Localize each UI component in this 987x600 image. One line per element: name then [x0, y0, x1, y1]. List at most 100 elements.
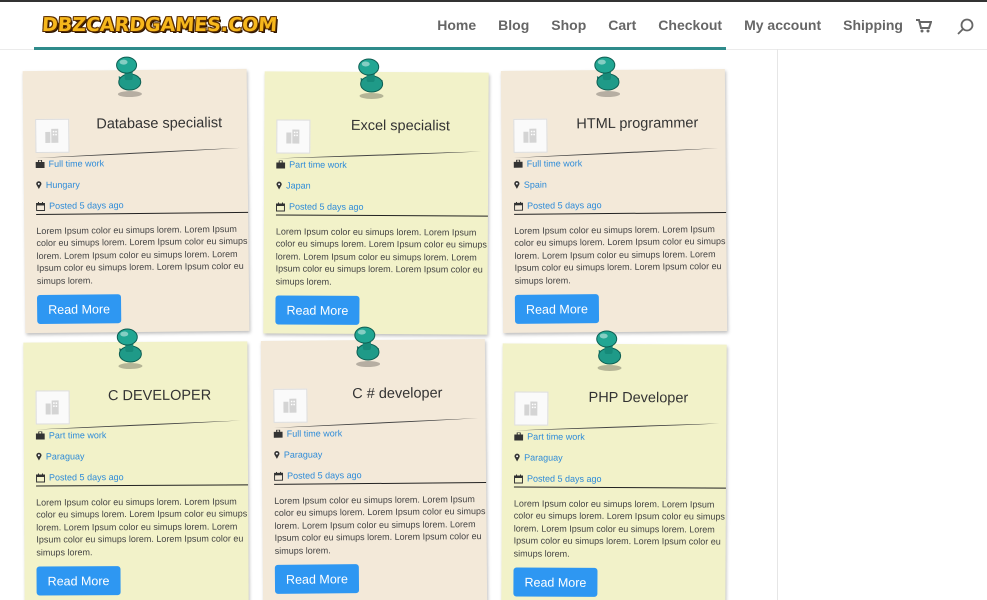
job-type-label[interactable]: Full time work [527, 158, 583, 168]
map-marker-icon [514, 453, 520, 462]
meta-divider [513, 486, 726, 489]
main-navigation: Home Blog Shop Cart Checkout My account … [415, 16, 903, 34]
job-title[interactable]: C # developer [317, 385, 477, 402]
calendar-icon [513, 473, 523, 484]
job-location: Japan [276, 180, 311, 191]
job-location: Spain [514, 180, 547, 190]
nav-checkout[interactable]: Checkout [658, 16, 722, 34]
job-location-label[interactable]: Japan [286, 181, 311, 191]
job-posted-label[interactable]: Posted 5 days ago [527, 474, 602, 484]
nav-shipping[interactable]: Shipping [843, 16, 903, 34]
cart-icon[interactable] [916, 19, 932, 33]
map-marker-icon [514, 181, 520, 189]
job-type: Part time work [276, 159, 347, 170]
job-title[interactable]: PHP Developer [558, 390, 718, 407]
job-posted-label[interactable]: Posted 5 days ago [289, 202, 364, 212]
job-type-label[interactable]: Part time work [49, 430, 107, 440]
job-type-label[interactable]: Full time work [49, 158, 105, 169]
job-posted-label[interactable]: Posted 5 days ago [49, 200, 124, 211]
pushpin-icon [358, 58, 384, 99]
job-location: Paraguay [274, 449, 323, 460]
job-description: Lorem Ipsum color eu simups lorem. Lorem… [514, 224, 726, 286]
read-more-button[interactable]: Read More [274, 564, 360, 594]
title-underline-swoosh [273, 418, 479, 428]
job-posted: Posted 5 days ago [513, 473, 602, 484]
job-card: C # developer Full time work Paraguay Po… [260, 326, 488, 600]
pushpin-icon [596, 330, 622, 371]
search-icon[interactable] [957, 18, 975, 36]
nav-shop[interactable]: Shop [551, 16, 586, 34]
job-description: Lorem Ipsum color eu simups lorem. Lorem… [36, 223, 248, 286]
meta-divider [274, 482, 487, 485]
title-underline-swoosh [513, 148, 719, 158]
title-underline-swoosh [35, 420, 241, 430]
job-description: Lorem Ipsum color eu simups lorem. Lorem… [513, 498, 725, 559]
job-type-label[interactable]: Part time work [527, 432, 585, 442]
briefcase-icon [514, 432, 524, 441]
calendar-icon [36, 201, 46, 211]
nav-my-account[interactable]: My account [744, 16, 821, 34]
meta-divider [36, 211, 249, 216]
nav-blog[interactable]: Blog [498, 16, 529, 34]
meta-divider [275, 214, 488, 217]
read-more-button[interactable]: Read More [36, 566, 121, 596]
briefcase-icon [35, 431, 45, 440]
map-marker-icon [274, 451, 280, 459]
job-title[interactable]: HTML programmer [557, 115, 717, 132]
content-top-rule [34, 47, 726, 50]
job-posted-label[interactable]: Posted 5 days ago [49, 472, 124, 482]
calendar-icon [274, 471, 284, 481]
job-type: Full time work [513, 158, 583, 169]
job-type: Full time work [273, 428, 343, 439]
briefcase-icon [35, 159, 45, 169]
job-posted: Posted 5 days ago [275, 201, 364, 212]
job-posted: Posted 5 days ago [514, 200, 602, 211]
job-card: PHP Developer Part time work Paraguay Po… [501, 330, 727, 600]
job-card: Excel specialist Part time work Japan Po… [263, 58, 489, 335]
job-card: C DEVELOPER Part time work Paraguay Post… [23, 328, 249, 600]
job-title[interactable]: Excel specialist [320, 118, 480, 135]
job-location: Paraguay [36, 451, 85, 461]
title-underline-swoosh [35, 147, 241, 159]
job-location-label[interactable]: Paraguay [46, 451, 85, 461]
job-type-label[interactable]: Part time work [289, 160, 347, 170]
job-location: Hungary [36, 180, 80, 190]
calendar-icon [275, 201, 285, 212]
job-description: Lorem Ipsum color eu simups lorem. Lorem… [274, 494, 486, 556]
job-location-label[interactable]: Paraguay [524, 453, 563, 463]
job-type: Part time work [514, 431, 585, 442]
job-posted-label[interactable]: Posted 5 days ago [287, 470, 362, 481]
read-more-button[interactable]: Read More [513, 567, 598, 597]
job-card: HTML programmer Full time work Spain Pos… [500, 56, 728, 333]
job-type: Part time work [35, 430, 107, 440]
pushpin-icon [354, 326, 381, 368]
job-title[interactable]: Database specialist [79, 115, 239, 133]
pushpin-icon [116, 56, 142, 98]
nav-home[interactable]: Home [437, 16, 476, 34]
map-marker-icon [276, 181, 282, 190]
job-card: Database specialist Full time work Hunga… [22, 56, 250, 334]
job-location-label[interactable]: Hungary [46, 180, 80, 190]
read-more-button[interactable]: Read More [275, 295, 360, 325]
job-type-label[interactable]: Full time work [287, 428, 343, 438]
meta-divider [36, 484, 249, 487]
site-logo[interactable]: DBZCARDGAMES.COM [37, 12, 282, 38]
job-posted: Posted 5 days ago [36, 200, 124, 211]
job-location-label[interactable]: Spain [524, 180, 547, 190]
read-more-button[interactable]: Read More [36, 294, 122, 325]
map-marker-icon [36, 452, 42, 461]
nav-cart[interactable]: Cart [608, 16, 636, 34]
job-posted: Posted 5 days ago [274, 470, 362, 481]
job-location-label[interactable]: Paraguay [284, 449, 323, 459]
job-description: Lorem Ipsum color eu simups lorem. Lorem… [275, 226, 487, 287]
job-description: Lorem Ipsum color eu simups lorem. Lorem… [36, 496, 248, 558]
briefcase-icon [273, 429, 283, 438]
job-title[interactable]: C DEVELOPER [80, 387, 240, 405]
pushpin-icon [594, 56, 621, 98]
read-more-button[interactable]: Read More [514, 294, 600, 324]
briefcase-icon [276, 160, 286, 169]
site-header: DBZCARDGAMES.COM Home Blog Shop Cart Che… [0, 2, 987, 49]
job-posted-label[interactable]: Posted 5 days ago [527, 200, 602, 211]
pushpin-icon [116, 328, 143, 370]
job-type: Full time work [35, 158, 105, 169]
